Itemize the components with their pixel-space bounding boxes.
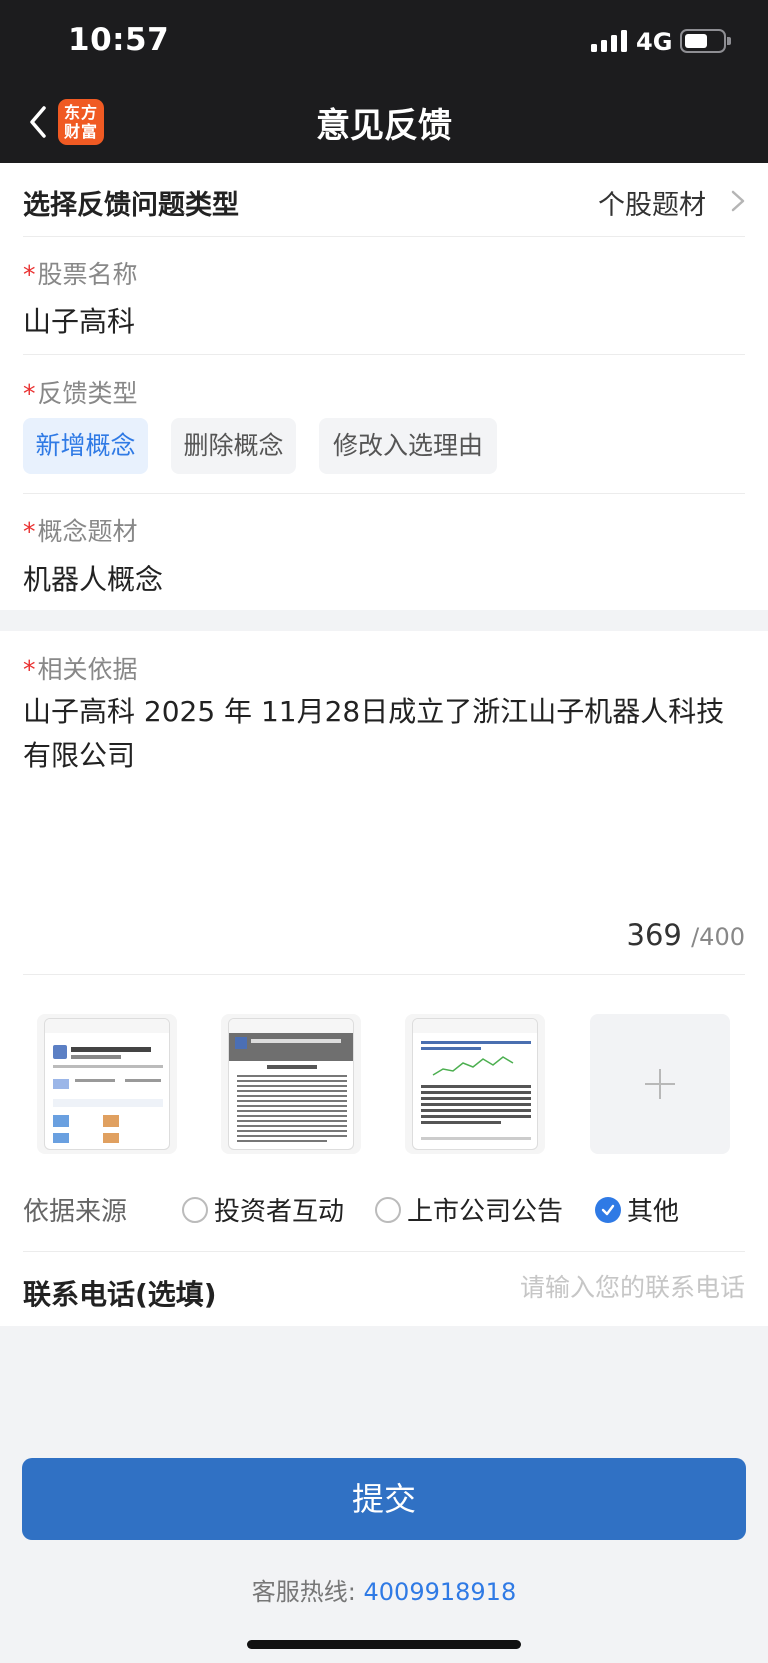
radio-icon [182,1196,208,1223]
feedback-type-row[interactable]: 选择反馈问题类型 个股题材 [0,163,768,237]
battery-icon [680,29,731,53]
concept-value: 机器人概念 [23,563,164,596]
checkmark-icon [595,1196,621,1223]
network-label: 4G [636,28,673,56]
attachment-thumbnail[interactable] [405,1014,545,1154]
basis-label: *相关依据 [23,655,138,684]
hotline-number[interactable]: 4009918918 [364,1578,517,1606]
divider [23,493,745,494]
signal-icon [591,30,627,52]
contact-label: 联系电话(选填) [23,1278,217,1311]
char-counter: 369 /400 [626,918,745,952]
feedback-type-label: 选择反馈问题类型 [23,190,239,221]
divider [23,236,745,237]
chevron-right-icon [731,190,745,212]
top-bar: 10:57 4G 东方 财富 意见反馈 [0,0,768,163]
radio-company-announcement[interactable]: 上市公司公告 [375,1191,563,1228]
hotline: 客服热线: 4009918918 [251,1578,517,1606]
submit-button[interactable]: 提交 [22,1458,746,1540]
phone-input[interactable] [445,1273,745,1302]
radio-investor-interaction[interactable]: 投资者互动 [182,1191,344,1228]
chip-modify-reason[interactable]: 修改入选理由 [319,418,497,474]
source-label: 依据来源 [23,1197,128,1227]
divider [23,1251,745,1252]
radio-other[interactable]: 其他 [595,1191,679,1228]
chip-delete-concept[interactable]: 删除概念 [171,418,296,474]
concept-label: *概念题材 [23,517,138,546]
stock-name-label: *股票名称 [23,260,138,289]
page-title: 意见反馈 [316,106,452,146]
divider [23,354,745,355]
divider [23,974,745,975]
feedback-type-value: 个股题材 [598,190,706,221]
stock-name-value: 山子高科 [23,305,136,338]
feedback-kind-label: *反馈类型 [23,379,138,408]
home-indicator[interactable] [247,1640,521,1649]
status-time: 10:57 [68,22,170,58]
attachment-thumbnail[interactable] [37,1014,177,1154]
attachment-thumbnail[interactable] [221,1014,361,1154]
chip-add-concept[interactable]: 新增概念 [23,418,148,474]
add-image-button[interactable] [590,1014,730,1154]
radio-icon [375,1196,401,1223]
basis-textarea[interactable]: 山子高科 2025 年 11月28日成立了浙江山子机器人科技有限公司 [23,690,745,778]
